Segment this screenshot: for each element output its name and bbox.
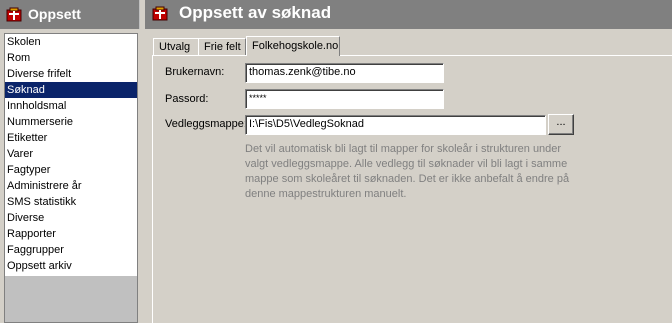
tab-folkehogskole[interactable]: Folkehogskole.no (246, 36, 340, 56)
nav-item-soknad[interactable]: Søknad (5, 82, 137, 98)
nav-list: Skolen Rom Diverse frifelt Søknad Innhol… (5, 34, 137, 276)
splitter[interactable] (140, 0, 145, 323)
tab-page-folkehogskole: Brukernavn: thomas.zenk@tibe.no Passord:… (152, 55, 672, 323)
page-header: Oppsett av søknad (145, 0, 672, 29)
username-field[interactable]: thomas.zenk@tibe.no (245, 63, 444, 83)
folder-field[interactable]: I:\Fis\D5\VedlegSoknad (245, 115, 546, 135)
browse-button[interactable]: ... (548, 114, 574, 135)
nav-item-innholdsmal[interactable]: Innholdsmal (5, 98, 137, 114)
nav-item-varer[interactable]: Varer (5, 146, 137, 162)
nav-item-skolen[interactable]: Skolen (5, 34, 137, 50)
nav-item-nummerserie[interactable]: Nummerserie (5, 114, 137, 130)
nav-header: Oppsett (0, 0, 140, 29)
nav-item-rom[interactable]: Rom (5, 50, 137, 66)
nav-item-administrere-ar[interactable]: Administrere år (5, 178, 137, 194)
page-title: Oppsett av søknad (179, 3, 332, 22)
username-label: Brukernavn: (165, 66, 225, 78)
folder-note: Det vil automatisk bli lagt til mapper f… (245, 143, 570, 200)
nav-item-faggrupper[interactable]: Faggrupper (5, 242, 137, 258)
app-icon (6, 7, 22, 22)
nav-item-diverse[interactable]: Diverse (5, 210, 137, 226)
password-field[interactable]: ***** (245, 89, 444, 109)
nav-item-diverse-frifelt[interactable]: Diverse frifelt (5, 66, 137, 82)
folder-label: Vedleggsmappe: (165, 118, 247, 130)
password-label: Passord: (165, 93, 209, 105)
nav-panel: Skolen Rom Diverse frifelt Søknad Innhol… (4, 33, 138, 323)
app-icon (152, 6, 168, 21)
tab-frie-felt[interactable]: Frie felt (198, 38, 246, 55)
tab-utvalg[interactable]: Utvalg (153, 38, 199, 55)
nav-item-oppsett-arkiv[interactable]: Oppsett arkiv (5, 258, 137, 274)
nav-title: Oppsett (28, 6, 81, 22)
nav-item-rapporter[interactable]: Rapporter (5, 226, 137, 242)
nav-item-sms-statistikk[interactable]: SMS statistikk (5, 194, 137, 210)
content-area: Utvalg Frie felt Folkehogskole.no Bruker… (150, 33, 672, 323)
nav-item-fagtyper[interactable]: Fagtyper (5, 162, 137, 178)
nav-item-etiketter[interactable]: Etiketter (5, 130, 137, 146)
